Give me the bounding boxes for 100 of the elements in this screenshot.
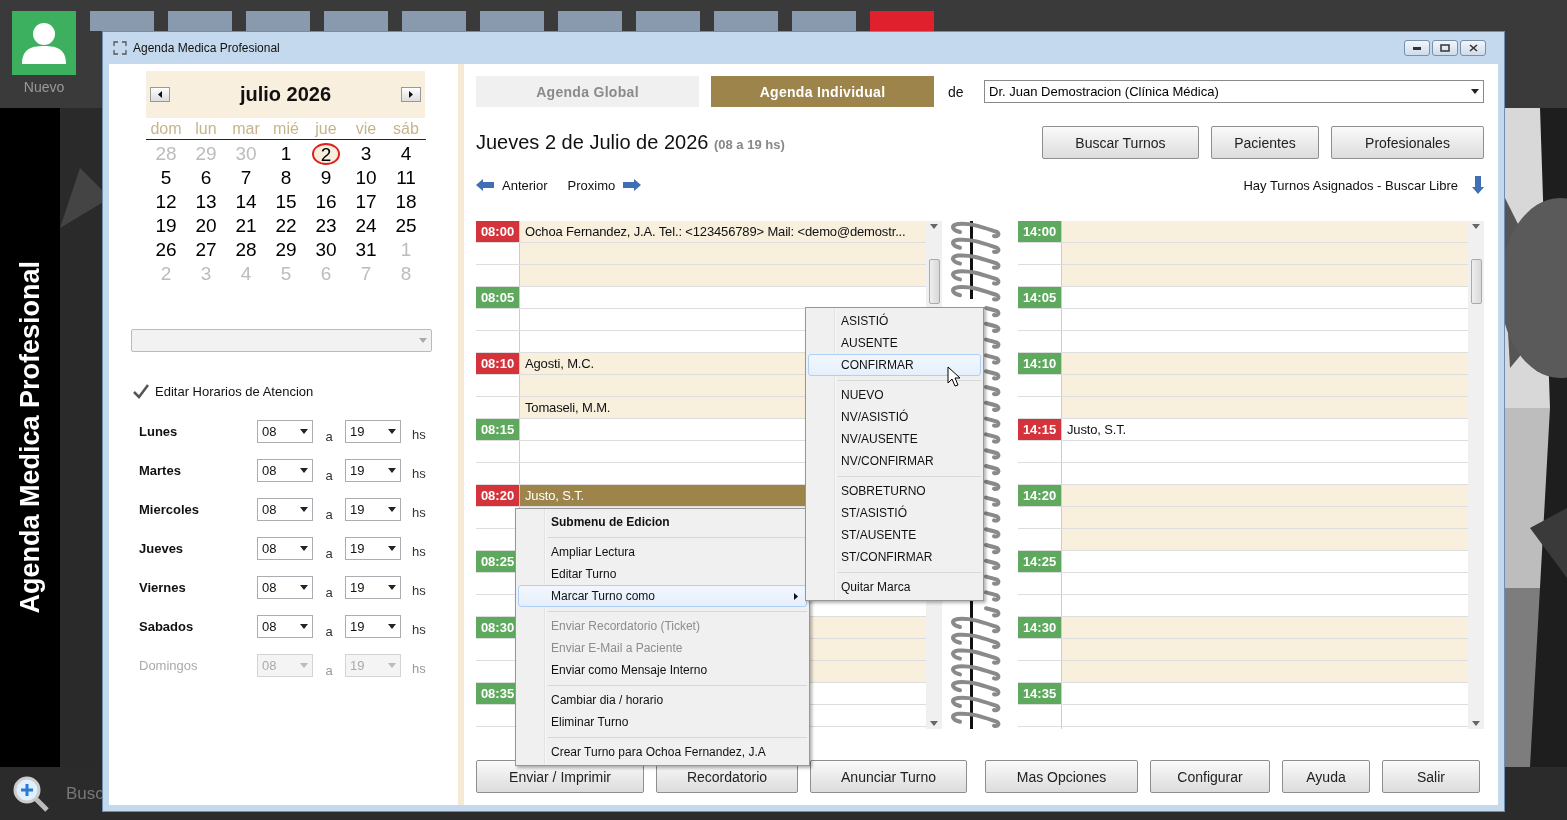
footer-button[interactable]: Mas Opciones	[985, 760, 1138, 793]
action-button[interactable]: Pacientes	[1211, 126, 1319, 159]
free-slot-hint[interactable]: Hay Turnos Asignados - Buscar Libre	[1243, 177, 1458, 193]
calendar-day[interactable]: 16	[308, 190, 344, 214]
menu-item[interactable]: Eliminar Turno	[518, 711, 807, 733]
calendar-day[interactable]: 28	[228, 238, 264, 262]
calendar-day[interactable]: 11	[389, 166, 423, 190]
calendar-day[interactable]: 13	[188, 190, 224, 214]
next-link[interactable]: Proximo	[567, 177, 616, 193]
calendar-day[interactable]: 2	[311, 143, 341, 165]
close-button[interactable]	[1460, 40, 1486, 56]
to-hour-select[interactable]: 19	[345, 459, 401, 482]
footer-button[interactable]: Configurar	[1150, 760, 1270, 793]
action-button[interactable]: Buscar Turnos	[1042, 126, 1199, 159]
calendar-day[interactable]: 19	[148, 214, 184, 238]
launcher-tile[interactable]	[714, 11, 778, 31]
menu-item[interactable]: NV/CONFIRMAR	[808, 450, 981, 472]
calendar-day[interactable]: 8	[273, 166, 299, 190]
calendar-day[interactable]: 12	[148, 190, 184, 214]
scrollbar-thumb[interactable]	[1470, 259, 1482, 304]
from-hour-select[interactable]: 08	[257, 576, 313, 599]
menu-item[interactable]: Cambiar dia / horario	[518, 689, 807, 711]
next-month-button[interactable]	[401, 87, 421, 102]
to-hour-select[interactable]: 19	[345, 498, 401, 521]
calendar-day[interactable]: 15	[268, 190, 304, 214]
footer-button[interactable]: Salir	[1382, 760, 1480, 793]
to-hour-select[interactable]: 19	[345, 576, 401, 599]
calendar-day[interactable]: 3	[353, 142, 379, 166]
calendar-day[interactable]: 24	[348, 214, 384, 238]
search-icon[interactable]	[12, 774, 50, 813]
launcher-tile[interactable]	[90, 11, 154, 31]
menu-item[interactable]: AUSENTE	[808, 332, 981, 354]
menu-item[interactable]: Crear Turno para Ochoa Fernandez, J.A	[518, 741, 807, 763]
from-hour-select[interactable]: 08	[257, 615, 313, 638]
calendar-day[interactable]: 1	[273, 142, 299, 166]
calendar-day[interactable]: 5	[153, 166, 179, 190]
calendar-day[interactable]: 27	[188, 238, 224, 262]
menu-item[interactable]: Editar Turno	[518, 563, 807, 585]
calendar-day[interactable]: 10	[348, 166, 384, 190]
calendar-day[interactable]: 23	[308, 214, 344, 238]
menu-item[interactable]: Quitar Marca	[808, 576, 981, 598]
to-hour-select[interactable]: 19	[345, 537, 401, 560]
calendar-day[interactable]: 6	[193, 166, 219, 190]
menu-item[interactable]: NV/AUSENTE	[808, 428, 981, 450]
time-label: 14:15	[1018, 419, 1061, 440]
menu-item[interactable]: Ampliar Lectura	[518, 541, 807, 563]
calendar-day[interactable]: 21	[228, 214, 264, 238]
calendar-day[interactable]: 31	[348, 238, 384, 262]
submenu-arrow-icon	[794, 592, 798, 600]
caret-icon	[300, 585, 308, 590]
calendar-day[interactable]: 4	[393, 142, 419, 166]
menu-item[interactable]: Enviar como Mensaje Interno	[518, 659, 807, 681]
calendar-day[interactable]: 30	[308, 238, 344, 262]
arrow-right-icon[interactable]	[623, 179, 642, 191]
minimize-button[interactable]	[1404, 40, 1430, 56]
launcher-tile[interactable]	[12, 11, 76, 75]
maximize-button[interactable]	[1432, 40, 1458, 56]
calendar-day[interactable]: 17	[348, 190, 384, 214]
launcher-tile[interactable]	[558, 11, 622, 31]
checkmark-icon[interactable]	[133, 384, 149, 399]
to-hour-select[interactable]: 19	[345, 420, 401, 443]
from-hour-select[interactable]: 08	[257, 498, 313, 521]
menu-item[interactable]: Marcar Turno como	[518, 585, 807, 607]
action-button[interactable]: Profesionales	[1331, 126, 1484, 159]
footer-button[interactable]: Ayuda	[1282, 760, 1370, 793]
calendar-day[interactable]: 7	[233, 166, 259, 190]
launcher-tile[interactable]	[324, 11, 388, 31]
calendar-day[interactable]: 20	[188, 214, 224, 238]
launcher-tile[interactable]	[870, 11, 934, 31]
menu-item[interactable]: ST/AUSENTE	[808, 524, 981, 546]
from-hour-select[interactable]: 08	[257, 459, 313, 482]
scrollbar[interactable]	[1468, 221, 1484, 729]
calendar-day[interactable]: 14	[228, 190, 264, 214]
launcher-tile[interactable]	[792, 11, 856, 31]
scrollbar-thumb[interactable]	[928, 259, 940, 304]
launcher-tile[interactable]	[246, 11, 310, 31]
previous-month-button[interactable]	[150, 87, 170, 102]
calendar-day[interactable]: 9	[313, 166, 339, 190]
previous-link[interactable]: Anterior	[502, 177, 548, 193]
footer-button[interactable]: Anunciar Turno	[810, 760, 967, 793]
calendar-day[interactable]: 29	[268, 238, 304, 262]
launcher-tile[interactable]	[402, 11, 466, 31]
professional-select[interactable]: Dr. Juan Demostracion (Clínica Médica)	[984, 80, 1484, 103]
arrow-left-icon[interactable]	[476, 179, 494, 191]
menu-item[interactable]: CONFIRMAR	[808, 354, 981, 376]
launcher-tile[interactable]	[480, 11, 544, 31]
to-hour-select[interactable]: 19	[345, 615, 401, 638]
agenda-tab[interactable]: Agenda Individual	[711, 76, 934, 107]
arrow-down-icon[interactable]	[1472, 176, 1484, 194]
dropdown-field[interactable]	[131, 329, 432, 352]
calendar-day[interactable]: 26	[148, 238, 184, 262]
calendar-day[interactable]: 25	[388, 214, 424, 238]
launcher-tile[interactable]	[636, 11, 700, 31]
calendar-day[interactable]: 18	[388, 190, 424, 214]
calendar-day[interactable]: 22	[268, 214, 304, 238]
launcher-tile[interactable]	[168, 11, 232, 31]
menu-item[interactable]: ASISTIÓ	[808, 310, 981, 332]
from-hour-select[interactable]: 08	[257, 420, 313, 443]
menu-item[interactable]: ST/CONFIRMAR	[808, 546, 981, 568]
from-hour-select[interactable]: 08	[257, 537, 313, 560]
